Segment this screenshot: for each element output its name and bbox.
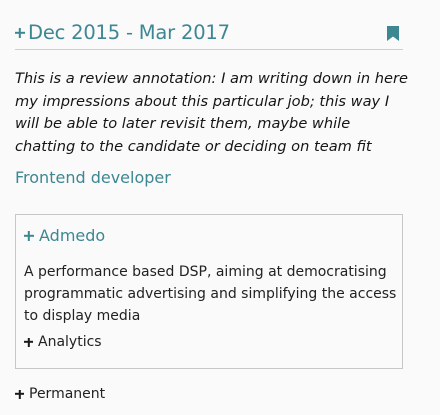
company-panel: Admedo A performance based DSP, aiming a… — [15, 214, 403, 369]
bookmark-icon[interactable] — [387, 26, 399, 41]
review-annotation: This is a review annotation: I am writin… — [15, 70, 408, 155]
plus-icon — [24, 338, 33, 347]
tag-permanent[interactable]: Permanent — [15, 386, 105, 402]
company-toggle[interactable]: Admedo — [24, 226, 105, 245]
job-role: Frontend developer — [15, 168, 171, 187]
company-name: Admedo — [39, 226, 106, 245]
tag-label: Permanent — [29, 386, 106, 402]
company-description: A performance based DSP, aiming at democ… — [24, 264, 397, 324]
plus-icon — [24, 231, 34, 241]
tag-label: Analytics — [38, 334, 102, 350]
plus-icon — [15, 28, 25, 38]
entry-header: Dec 2015 - Mar 2017 — [15, 18, 403, 50]
job-entry: Dec 2015 - Mar 2017 This is a review ann… — [0, 0, 440, 415]
tag-analytics[interactable]: Analytics — [24, 334, 102, 350]
period-label: Dec 2015 - Mar 2017 — [28, 21, 230, 44]
period-toggle[interactable]: Dec 2015 - Mar 2017 — [15, 21, 230, 44]
plus-icon — [15, 390, 24, 399]
